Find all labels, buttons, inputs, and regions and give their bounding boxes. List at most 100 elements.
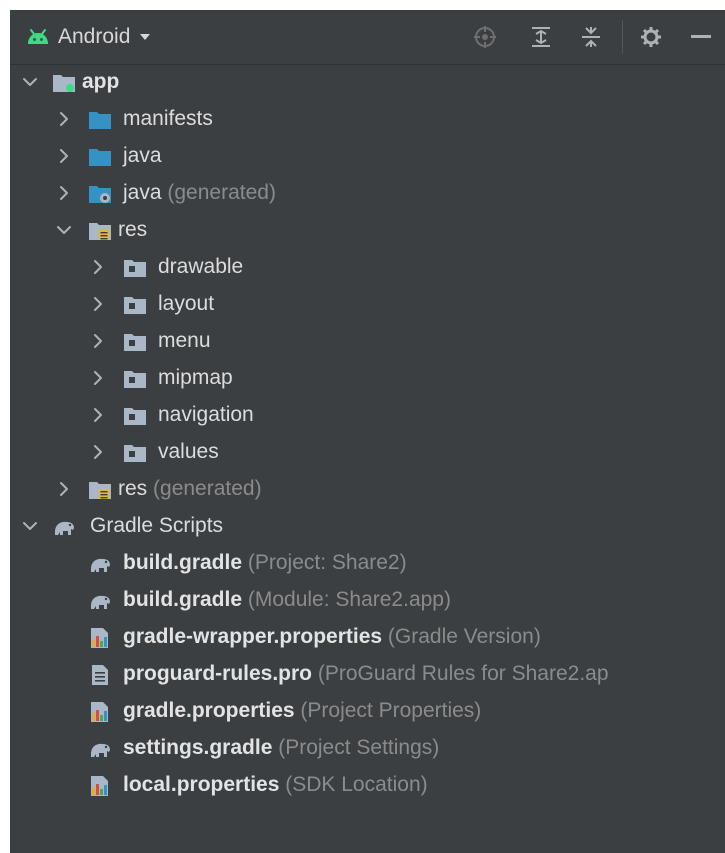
tree-node-label: mipmap xyxy=(158,366,233,389)
tree-node-hint: (Gradle Version) xyxy=(387,625,541,648)
tree-node-label: manifests xyxy=(123,107,213,130)
tree-node-label: settings.gradle xyxy=(123,736,273,759)
tree-node-label: app xyxy=(82,70,120,93)
tree-node-label: navigation xyxy=(158,403,254,426)
properties-file-icon xyxy=(91,776,108,796)
tree-node-label: layout xyxy=(158,292,215,315)
tree-node-hint: (Module: Share2.app) xyxy=(247,588,451,611)
resource-folder-icon xyxy=(89,482,111,499)
tree-node-hint: (generated) xyxy=(153,477,262,500)
tree-node-hint: (Project: Share2) xyxy=(247,551,407,574)
tree-node-text: local.properties (SDK Location) xyxy=(123,774,428,796)
tree-node-label: drawable xyxy=(158,255,244,278)
tree-node-gradle-scripts[interactable]: Gradle Scripts xyxy=(10,508,725,545)
tree-node-label: Gradle Scripts xyxy=(90,514,224,537)
minimize-icon[interactable] xyxy=(687,23,715,51)
gear-icon[interactable] xyxy=(637,23,665,51)
chevron-right-icon[interactable] xyxy=(56,148,72,164)
tree-node-label: values xyxy=(158,440,219,463)
tree-node-gradle-properties[interactable]: gradle.properties (Project Properties) xyxy=(10,693,725,730)
text-file-icon xyxy=(92,665,108,685)
tree-node-text: build.gradle (Project: Share2) xyxy=(123,552,407,574)
tree-node-drawable[interactable]: drawable xyxy=(10,249,725,286)
expand-all-icon[interactable] xyxy=(527,23,555,51)
chevron-right-icon[interactable] xyxy=(90,259,106,275)
tree-node-text: proguard-rules.pro (ProGuard Rules for S… xyxy=(123,663,609,685)
tree-node-app[interactable]: app xyxy=(10,64,725,101)
tree-node-navigation[interactable]: navigation xyxy=(10,397,725,434)
chevron-right-icon[interactable] xyxy=(90,407,106,423)
chevron-right-icon[interactable] xyxy=(90,370,106,386)
tree-node-manifests[interactable]: manifests xyxy=(10,101,725,138)
android-icon xyxy=(28,29,48,44)
gradle-elephant-icon xyxy=(55,521,74,535)
toolbar-separator xyxy=(622,20,623,54)
gradle-elephant-icon xyxy=(91,558,110,572)
dropdown-caret-icon xyxy=(140,34,151,40)
package-folder-icon xyxy=(124,408,146,425)
tree-node-build-gradle-project[interactable]: build.gradle (Project: Share2) xyxy=(10,545,725,582)
tree-node-label: java xyxy=(123,144,162,167)
chevron-right-icon[interactable] xyxy=(56,185,72,201)
resource-folder-icon xyxy=(89,223,111,240)
tree-node-mipmap[interactable]: mipmap xyxy=(10,360,725,397)
tree-node-label: build.gradle xyxy=(123,551,243,574)
tree-node-local-properties[interactable]: local.properties (SDK Location) xyxy=(10,767,725,804)
tree-node-text: java (generated) xyxy=(123,182,276,204)
package-folder-icon xyxy=(124,445,146,462)
source-folder-icon xyxy=(89,149,111,166)
tree-node-text: gradle.properties (Project Properties) xyxy=(123,700,481,722)
gradle-elephant-icon xyxy=(91,595,110,609)
tree-node-hint: (generated) xyxy=(167,181,276,204)
tree-node-hint: (Project Properties) xyxy=(300,699,482,722)
tree-node-values[interactable]: values xyxy=(10,434,725,471)
chevron-down-icon[interactable] xyxy=(56,222,72,238)
tree-node-label: java xyxy=(123,181,162,204)
tree-node-hint: (ProGuard Rules for Share2.ap xyxy=(317,662,609,685)
properties-file-icon xyxy=(91,628,108,648)
tree-node-text: settings.gradle (Project Settings) xyxy=(123,737,439,759)
tree-node-java[interactable]: java xyxy=(10,138,725,175)
project-tool-window: Android app manifests java java (generat… xyxy=(10,10,725,853)
project-toolbar: Android xyxy=(10,10,725,65)
tree-node-proguard-rules[interactable]: proguard-rules.pro (ProGuard Rules for S… xyxy=(10,656,725,693)
tree-node-res[interactable]: res xyxy=(10,212,725,249)
tree-node-build-gradle-module[interactable]: build.gradle (Module: Share2.app) xyxy=(10,582,725,619)
chevron-right-icon[interactable] xyxy=(90,296,106,312)
tree-node-layout[interactable]: layout xyxy=(10,286,725,323)
tree-node-text: build.gradle (Module: Share2.app) xyxy=(123,589,451,611)
tree-node-label: res xyxy=(118,477,148,500)
tree-node-label: proguard-rules.pro xyxy=(123,662,313,685)
chevron-right-icon[interactable] xyxy=(90,444,106,460)
tree-node-label: gradle.properties xyxy=(123,699,295,722)
project-view-label: Android xyxy=(58,25,131,48)
package-folder-icon xyxy=(124,297,146,314)
chevron-right-icon[interactable] xyxy=(56,111,72,127)
package-folder-icon xyxy=(124,334,146,351)
tree-node-text: gradle-wrapper.properties (Gradle Versio… xyxy=(123,626,541,648)
collapse-all-icon[interactable] xyxy=(577,23,605,51)
tree-node-gradle-wrapper-properties[interactable]: gradle-wrapper.properties (Gradle Versio… xyxy=(10,619,725,656)
chevron-right-icon[interactable] xyxy=(56,481,72,497)
tree-node-label: build.gradle xyxy=(123,588,243,611)
gradle-elephant-icon xyxy=(91,743,110,757)
locate-icon[interactable] xyxy=(471,23,499,51)
tree-node-menu[interactable]: menu xyxy=(10,323,725,360)
package-folder-icon xyxy=(124,371,146,388)
generated-source-folder-icon xyxy=(89,186,111,203)
tree-node-label: local.properties xyxy=(123,773,280,796)
tree-node-label: gradle-wrapper.properties xyxy=(123,625,383,648)
package-folder-icon xyxy=(124,260,146,277)
tree-node-java-generated[interactable]: java (generated) xyxy=(10,175,725,212)
tree-node-settings-gradle[interactable]: settings.gradle (Project Settings) xyxy=(10,730,725,767)
tree-node-label: res xyxy=(118,218,148,241)
project-view-selector[interactable]: Android xyxy=(26,22,152,52)
chevron-down-icon[interactable] xyxy=(22,518,38,534)
tree-node-res-generated[interactable]: res (generated) xyxy=(10,471,725,508)
folder-icon xyxy=(89,112,111,129)
chevron-down-icon[interactable] xyxy=(22,74,38,90)
properties-file-icon xyxy=(91,702,108,722)
chevron-right-icon[interactable] xyxy=(90,333,106,349)
tree-node-hint: (Project Settings) xyxy=(278,736,440,759)
tree-node-hint: (SDK Location) xyxy=(285,773,428,796)
